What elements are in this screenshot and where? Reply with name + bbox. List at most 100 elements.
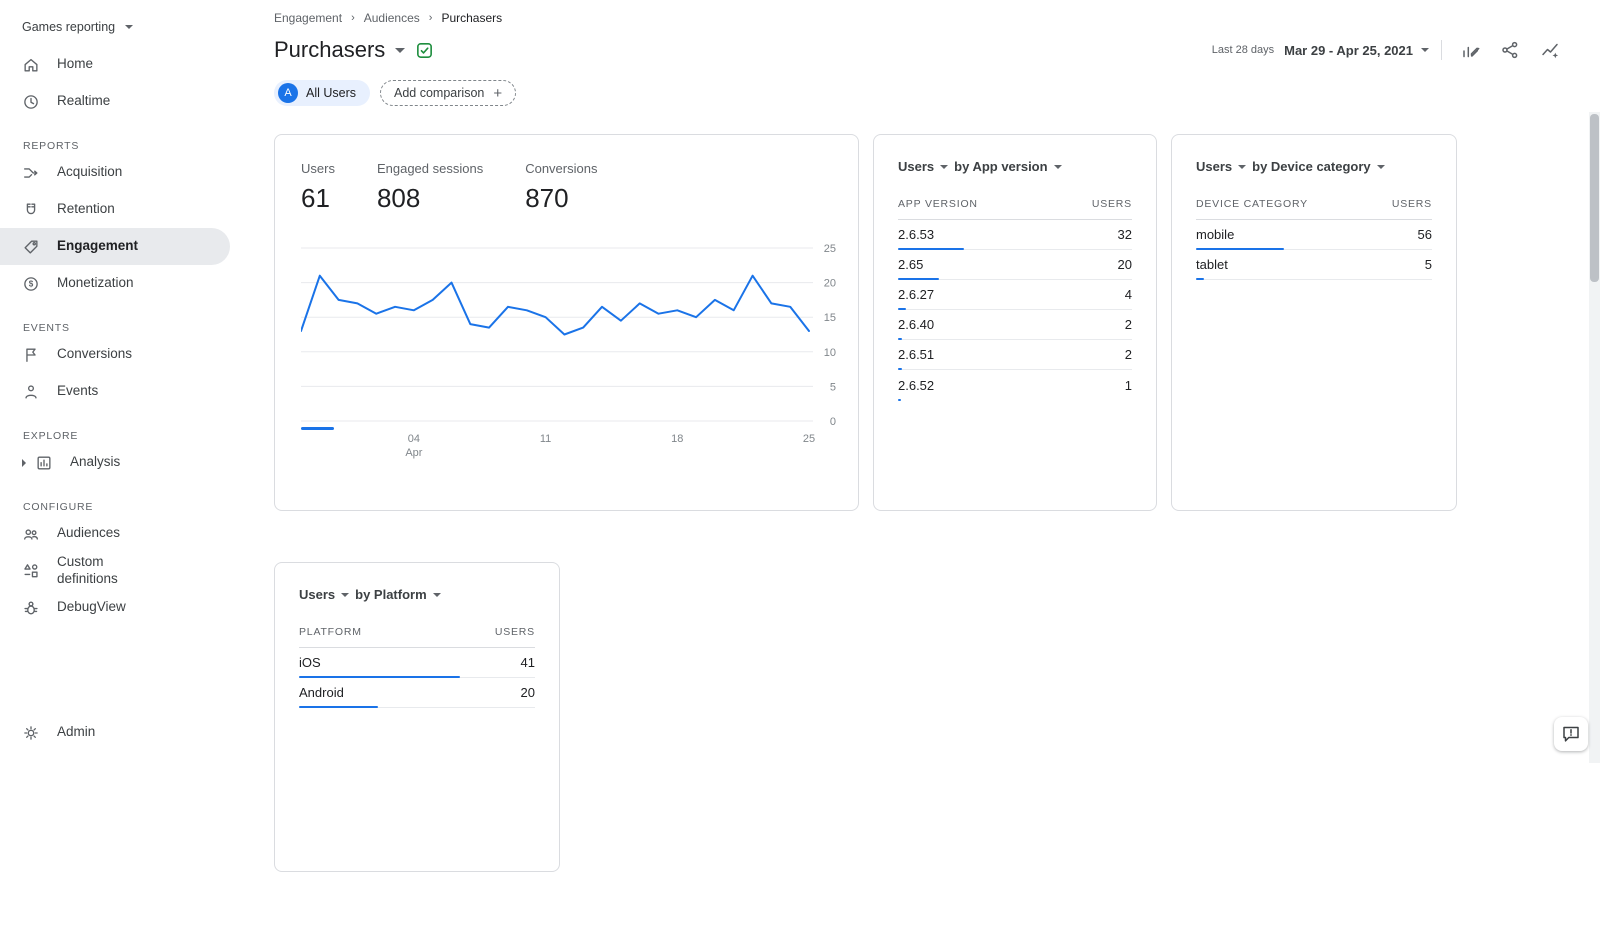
monetization-icon: $: [22, 275, 40, 293]
sidebar-item-admin[interactable]: Admin: [0, 714, 230, 751]
breadcrumb-audiences[interactable]: Audiences: [364, 11, 420, 25]
chart-range-indicator[interactable]: [301, 427, 334, 430]
svg-text:25: 25: [803, 433, 815, 445]
sidebar-item-custom-definitions[interactable]: Custom definitions: [0, 552, 230, 589]
debugview-icon: [22, 599, 40, 617]
chevron-down-icon[interactable]: [1054, 165, 1062, 169]
dimension-select[interactable]: by Device category: [1252, 159, 1371, 174]
report-header: Purchasers Last 28 days Mar 29 - Apr 25,…: [274, 37, 1560, 63]
clock-icon: [22, 93, 40, 111]
svg-text:10: 10: [824, 347, 836, 359]
metric-label: Users: [301, 161, 335, 176]
insights-button[interactable]: [1540, 40, 1560, 60]
sidebar-item-audiences[interactable]: Audiences: [0, 515, 230, 552]
plus-icon: +: [493, 86, 502, 101]
metric-value: 61: [301, 183, 335, 214]
row-value: 20: [1118, 257, 1132, 272]
row-label: tablet: [1196, 257, 1228, 272]
table-row[interactable]: tablet 5: [1196, 250, 1432, 280]
metric-select[interactable]: Users: [1196, 159, 1232, 174]
table-row[interactable]: 2.6.27 4: [898, 280, 1132, 310]
sidebar-item-events[interactable]: Events: [0, 373, 230, 410]
customize-report-icon: [1460, 40, 1480, 60]
table-row[interactable]: 2.6.51 2: [898, 340, 1132, 370]
chevron-down-icon[interactable]: [1377, 165, 1385, 169]
overview-trend-card: Users 61 Engaged sessions 808 Conversion…: [274, 134, 859, 511]
chevron-down-icon[interactable]: [433, 593, 441, 597]
table-row[interactable]: 2.6.52 1: [898, 370, 1132, 400]
sidebar-item-debugview[interactable]: DebugView: [0, 589, 230, 626]
metric-select[interactable]: Users: [299, 587, 335, 602]
sidebar-item-label: Acquisition: [57, 164, 122, 181]
metric-select[interactable]: Users: [898, 159, 934, 174]
sidebar-item-engagement[interactable]: Engagement: [0, 228, 230, 265]
sidebar-item-label: Analysis: [70, 454, 120, 471]
column-header-dimension: DEVICE CATEGORY: [1196, 198, 1308, 210]
sidebar-section-explore: EXPLORE: [0, 410, 256, 444]
property-switcher[interactable]: Games reporting: [0, 14, 256, 46]
sidebar-item-retention[interactable]: Retention: [0, 191, 230, 228]
expand-right-icon[interactable]: [22, 459, 26, 467]
metric-value: 870: [525, 183, 597, 214]
sidebar-item-home[interactable]: Home: [0, 46, 230, 83]
row-label: Android: [299, 685, 344, 700]
sidebar-item-acquisition[interactable]: Acquisition: [0, 154, 230, 191]
chevron-down-icon[interactable]: [1238, 165, 1246, 169]
report-cards: Users 61 Engaged sessions 808 Conversion…: [274, 134, 1560, 934]
gear-icon: [22, 724, 40, 742]
report-actions: [1441, 40, 1560, 60]
chevron-down-icon[interactable]: [940, 165, 948, 169]
sidebar-item-label: Retention: [57, 201, 115, 218]
breadcrumb-purchasers[interactable]: Purchasers: [441, 11, 502, 25]
row-label: 2.6.52: [898, 378, 934, 393]
saved-report-check-icon[interactable]: [415, 41, 434, 60]
sidebar-section-reports: REPORTS: [0, 120, 256, 154]
main-content: Engagement › Audiences › Purchasers Purc…: [256, 0, 1600, 763]
date-preset-label: Last 28 days: [1212, 44, 1274, 56]
table-row[interactable]: iOS 41: [299, 648, 535, 678]
feedback-button[interactable]: [1554, 717, 1588, 751]
svg-text:0: 0: [830, 416, 836, 428]
date-range-value[interactable]: Mar 29 - Apr 25, 2021: [1284, 43, 1413, 58]
sidebar-item-monetization[interactable]: $ Monetization: [0, 265, 230, 302]
sidebar-item-analysis[interactable]: Analysis: [0, 444, 230, 481]
card-header: Users by Platform: [299, 587, 535, 602]
sidebar-item-realtime[interactable]: Realtime: [0, 83, 230, 120]
custom-definitions-icon: [22, 562, 40, 580]
table-row[interactable]: 2.6.40 2: [898, 310, 1132, 340]
sidebar-item-conversions[interactable]: Conversions: [0, 336, 230, 373]
device-category-card: Users by Device category DEVICE CATEGORY…: [1171, 134, 1457, 511]
svg-text:20: 20: [824, 278, 836, 290]
feedback-bubble-icon: [1561, 724, 1581, 744]
row-value: 2: [1125, 317, 1132, 332]
scrollbar-thumb[interactable]: [1590, 114, 1599, 282]
metric-conversions[interactable]: Conversions 870: [525, 161, 597, 214]
dimension-select[interactable]: by Platform: [355, 587, 427, 602]
table-row[interactable]: mobile 56: [1196, 220, 1432, 250]
row-label: mobile: [1196, 227, 1234, 242]
share-report-button[interactable]: [1500, 40, 1520, 60]
table-row[interactable]: Android 20: [299, 678, 535, 708]
share-icon: [1500, 40, 1520, 60]
row-value: 4: [1125, 287, 1132, 302]
customize-report-button[interactable]: [1460, 40, 1480, 60]
metric-engaged-sessions[interactable]: Engaged sessions 808: [377, 161, 483, 214]
all-users-chip[interactable]: A All Users: [274, 80, 370, 106]
add-comparison-chip[interactable]: Add comparison +: [380, 80, 516, 106]
table-row[interactable]: 2.6.53 32: [898, 220, 1132, 250]
row-value: 32: [1118, 227, 1132, 242]
svg-text:15: 15: [824, 312, 836, 324]
sidebar-item-label: Admin: [57, 724, 95, 741]
row-value: 1: [1125, 378, 1132, 393]
users-trend-chart: 051015202504Apr111825: [301, 236, 832, 467]
acquisition-icon: [22, 164, 40, 182]
breadcrumb-engagement[interactable]: Engagement: [274, 11, 342, 25]
metric-users[interactable]: Users 61: [301, 161, 335, 214]
dimension-select[interactable]: by App version: [954, 159, 1047, 174]
table-header: DEVICE CATEGORY USERS: [1196, 198, 1432, 220]
title-dropdown-icon[interactable]: [395, 48, 405, 53]
scrollbar-track[interactable]: [1589, 112, 1600, 763]
chevron-down-icon[interactable]: [341, 593, 349, 597]
table-row[interactable]: 2.65 20: [898, 250, 1132, 280]
date-range-dropdown-icon[interactable]: [1421, 48, 1429, 52]
